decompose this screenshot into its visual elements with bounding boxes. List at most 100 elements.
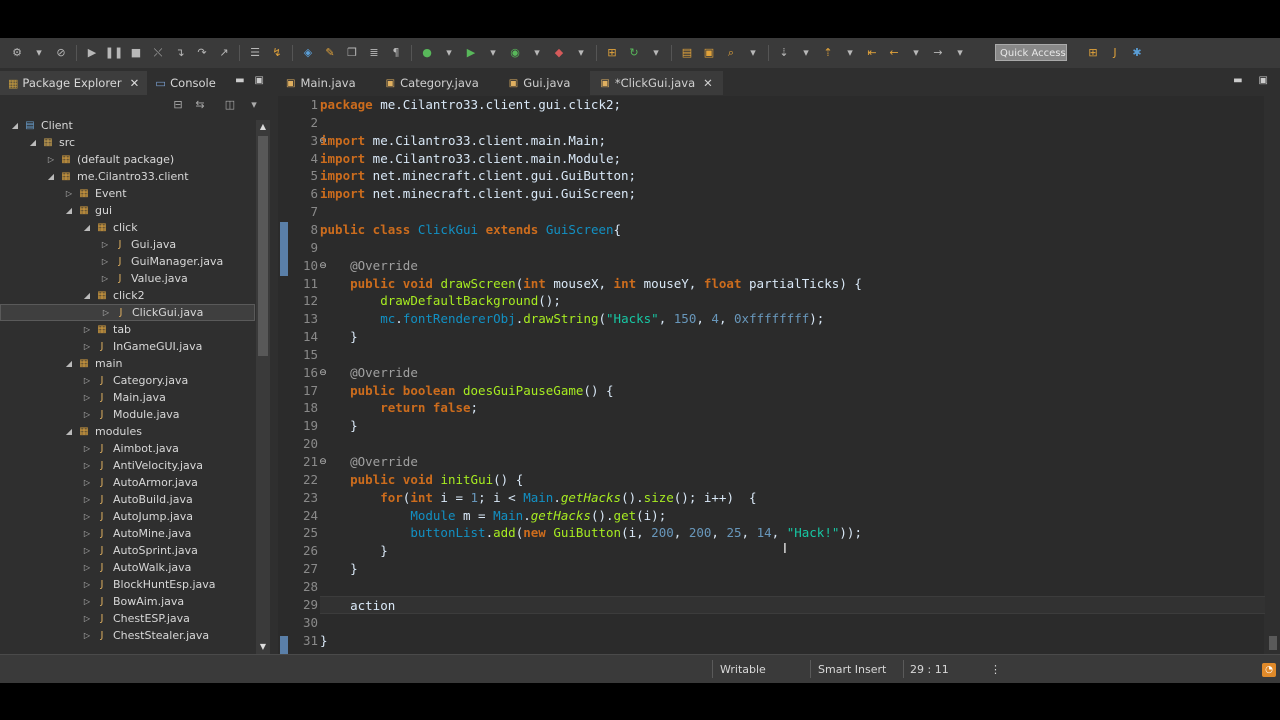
code-editor[interactable]: 1 2 3 ⊖ 4 5 6 7 8 9 10 ⊖ 11 12 13 14 15 16 ⊖ 17 18 19 20 21 ⊖ 22 2…: [278, 96, 1265, 672]
chevron-right-icon[interactable]: ▷: [80, 597, 94, 606]
tab-main-java[interactable]: ▣ Main.java: [276, 71, 366, 95]
tree-file-item[interactable]: ▷JCriticals.java: [0, 644, 255, 645]
tree-file-item[interactable]: ▷ J AutoBuild.java: [0, 491, 255, 508]
debug-perspective-icon[interactable]: ✱: [1129, 45, 1145, 61]
chevron-right-icon[interactable]: ▷: [80, 342, 94, 351]
code-line[interactable]: @Override: [320, 453, 418, 471]
pen-icon[interactable]: ✎: [322, 45, 338, 61]
code-line[interactable]: }: [320, 542, 388, 560]
tree-file-item[interactable]: ▷ J BowAim.java: [0, 593, 255, 610]
status-insert-mode[interactable]: Smart Insert: [818, 663, 886, 676]
tree-file-item[interactable]: ▷ J AutoSprint.java: [0, 542, 255, 559]
chevron-right-icon[interactable]: ▷: [80, 546, 94, 555]
code-line[interactable]: action: [320, 596, 1265, 614]
code-line[interactable]: for(int i = 1; i < Main.getHacks().size(…: [320, 489, 756, 507]
chevron-down-icon[interactable]: ◢: [80, 223, 94, 232]
code-line[interactable]: buttonList.add(new GuiButton(i, 200, 200…: [320, 524, 862, 542]
code-line[interactable]: public void drawScreen(int mouseX, int m…: [320, 275, 862, 293]
new-icon[interactable]: ☰: [247, 45, 263, 61]
collapse-all-icon[interactable]: ⊟: [170, 98, 186, 114]
tab-gui-java[interactable]: ▣ Gui.java: [499, 71, 581, 95]
chevron-down-icon[interactable]: ▾: [246, 98, 262, 114]
code-line[interactable]: public void initGui() {: [320, 471, 523, 489]
tree-folder-item[interactable]: ◢ ▦ click: [0, 219, 255, 236]
close-icon[interactable]: ✕: [703, 76, 713, 90]
disconnect-icon[interactable]: ⤬: [150, 45, 166, 61]
tree-file-item[interactable]: ▷ J ChestESP.java: [0, 610, 255, 627]
chevron-right-icon[interactable]: ▷: [80, 580, 94, 589]
last-edit-icon[interactable]: ⇤: [864, 45, 880, 61]
dropdown-icon[interactable]: ▾: [908, 45, 924, 61]
tree-folder-item[interactable]: ◢ ▦ main: [0, 355, 255, 372]
code-line[interactable]: }: [320, 560, 358, 578]
stop-icon[interactable]: ⊘: [53, 45, 69, 61]
code-line[interactable]: mc.fontRendererObj.drawString("Hacks", 1…: [320, 310, 824, 328]
dropdown-icon[interactable]: ▾: [31, 45, 47, 61]
chevron-down-icon[interactable]: ◢: [8, 121, 22, 130]
terminate-icon[interactable]: ■: [128, 45, 144, 61]
chevron-right-icon[interactable]: ▷: [80, 512, 94, 521]
chevron-down-icon[interactable]: ◢: [44, 172, 58, 181]
scroll-up-icon[interactable]: ▲: [256, 120, 270, 134]
forward-icon[interactable]: →: [930, 45, 946, 61]
tree-file-item[interactable]: ▷ J Value.java: [0, 270, 255, 287]
code-line[interactable]: import me.Cilantro33.client.main.Main;: [320, 132, 606, 150]
tree-file-item[interactable]: ▷ J Module.java: [0, 406, 255, 423]
chevron-right-icon[interactable]: ▷: [99, 308, 113, 317]
tree-scrollbar[interactable]: ▲ ▼: [256, 120, 270, 654]
tree-folder-item[interactable]: ◢ ▦ click2: [0, 287, 255, 304]
search-icon[interactable]: ⌕: [723, 45, 739, 61]
scrollbar-thumb[interactable]: [258, 136, 268, 356]
tree-folder-item[interactable]: ◢ ▤ Client: [0, 117, 255, 134]
chevron-right-icon[interactable]: ▷: [44, 155, 58, 164]
chevron-right-icon[interactable]: ▷: [80, 563, 94, 572]
rss-icon[interactable]: ◔: [1262, 663, 1276, 677]
java-perspective-icon[interactable]: J: [1107, 45, 1123, 61]
suspend-icon[interactable]: ❚❚: [105, 45, 123, 61]
tree-folder-item[interactable]: ◢ ▦ me.Cilantro33.client: [0, 168, 255, 185]
minimize-icon[interactable]: ▬: [1233, 75, 1242, 86]
code-line[interactable]: import me.Cilantro33.client.main.Module;: [320, 150, 621, 168]
dropdown-icon[interactable]: ▾: [529, 45, 545, 61]
code-line[interactable]: Module m = Main.getHacks().get(i);: [320, 507, 666, 525]
chevron-right-icon[interactable]: ▷: [80, 478, 94, 487]
code-area[interactable]: package me.Cilantro33.client.gui.click2;…: [320, 96, 1265, 654]
code-line[interactable]: import net.minecraft.client.gui.GuiButto…: [320, 167, 636, 185]
pilcrow-icon[interactable]: ¶: [388, 45, 404, 61]
tree-file-item[interactable]: ▷ J AntiVelocity.java: [0, 457, 255, 474]
code-line[interactable]: }: [320, 417, 358, 435]
code-line[interactable]: return false;: [320, 399, 478, 417]
dropdown-icon[interactable]: ▾: [842, 45, 858, 61]
chevron-right-icon[interactable]: ▷: [98, 257, 112, 266]
debug-icon[interactable]: ●: [419, 45, 435, 61]
open-folder-icon[interactable]: ▤: [679, 45, 695, 61]
step-over-icon[interactable]: ↷: [194, 45, 210, 61]
minimize-icon[interactable]: ▬: [235, 75, 244, 86]
code-line[interactable]: @Override: [320, 257, 418, 275]
copy-icon[interactable]: ❐: [344, 45, 360, 61]
code-line[interactable]: import net.minecraft.client.gui.GuiScree…: [320, 185, 636, 203]
tree-file-item[interactable]: ▷ J Main.java: [0, 389, 255, 406]
tab-console[interactable]: ▭ Console: [147, 71, 224, 95]
tree-file-item[interactable]: ▷ J GuiManager.java: [0, 253, 255, 270]
chevron-right-icon[interactable]: ▷: [80, 529, 94, 538]
dropdown-icon[interactable]: ▾: [798, 45, 814, 61]
next-annotation-icon[interactable]: ⇣: [776, 45, 792, 61]
chevron-down-icon[interactable]: ◢: [80, 291, 94, 300]
tree-folder-item[interactable]: ▷ ▦ tab: [0, 321, 255, 338]
tree-folder-item[interactable]: ◢ ▦ modules: [0, 423, 255, 440]
tree-folder-item[interactable]: ▷ ▦ Event: [0, 185, 255, 202]
code-line[interactable]: public boolean doesGuiPauseGame() {: [320, 382, 613, 400]
tree-file-item[interactable]: ▷ J Aimbot.java: [0, 440, 255, 457]
resume-icon[interactable]: ▶: [84, 45, 100, 61]
chevron-right-icon[interactable]: ▷: [80, 325, 94, 334]
chevron-right-icon[interactable]: ▷: [80, 444, 94, 453]
chevron-down-icon[interactable]: ◢: [26, 138, 40, 147]
dropdown-icon[interactable]: ▾: [485, 45, 501, 61]
code-line[interactable]: drawDefaultBackground();: [320, 292, 561, 310]
chevron-right-icon[interactable]: ▷: [98, 274, 112, 283]
tree-file-item[interactable]: ▷ J AutoJump.java: [0, 508, 255, 525]
tree-file-item[interactable]: ▷ J Gui.java: [0, 236, 255, 253]
quick-access-input[interactable]: Quick Access: [995, 44, 1067, 61]
tab-clickgui-java[interactable]: ▣ *ClickGui.java ✕: [590, 71, 723, 95]
